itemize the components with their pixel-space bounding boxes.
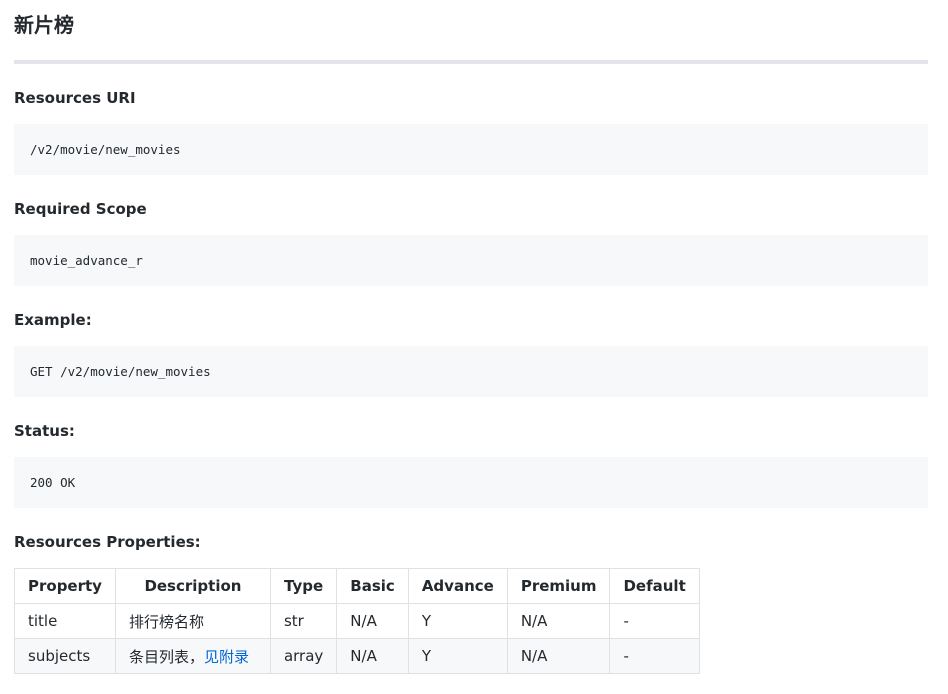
cell-premium: N/A <box>506 603 611 639</box>
description-text: 条目列表， <box>128 647 204 666</box>
example-label: Example: <box>14 311 92 329</box>
cell-property: subjects <box>14 638 116 674</box>
status-label: Status: <box>14 422 75 440</box>
header-default: Default <box>609 568 700 604</box>
cell-basic: N/A <box>336 638 409 674</box>
status-code: 200 OK <box>14 457 928 508</box>
cell-type: array <box>269 638 338 674</box>
header-description: Description <box>114 568 271 604</box>
cell-advance: Y <box>407 603 508 639</box>
example-code: GET /v2/movie/new_movies <box>14 346 928 397</box>
resources-uri-code: /v2/movie/new_movies <box>14 124 928 175</box>
header-property: Property <box>14 568 116 604</box>
cell-basic: N/A <box>336 603 409 639</box>
page-title: 新片榜 <box>14 13 74 37</box>
cell-default: - <box>609 603 700 639</box>
properties-table: Property Description Type Basic Advance … <box>14 568 700 674</box>
cell-description: 条目列表，见附录 <box>114 638 271 674</box>
required-scope-label: Required Scope <box>14 200 147 218</box>
required-scope-code: movie_advance_r <box>14 235 928 286</box>
cell-description: 排行榜名称 <box>114 603 271 639</box>
header-type: Type <box>269 568 338 604</box>
header-advance: Advance <box>407 568 508 604</box>
table-row: title 排行榜名称 str N/A Y N/A - <box>14 603 700 639</box>
cell-property: title <box>14 603 116 639</box>
title-divider <box>14 60 928 64</box>
header-basic: Basic <box>336 568 409 604</box>
appendix-link[interactable]: 见附录 <box>204 648 249 666</box>
cell-type: str <box>269 603 338 639</box>
table-header-row: Property Description Type Basic Advance … <box>14 568 700 604</box>
table-row: subjects 条目列表，见附录 array N/A Y N/A - <box>14 638 700 674</box>
cell-advance: Y <box>407 638 508 674</box>
resources-uri-label: Resources URI <box>14 89 136 107</box>
header-premium: Premium <box>506 568 611 604</box>
resources-properties-label: Resources Properties: <box>14 533 201 551</box>
cell-premium: N/A <box>506 638 611 674</box>
cell-default: - <box>609 638 700 674</box>
